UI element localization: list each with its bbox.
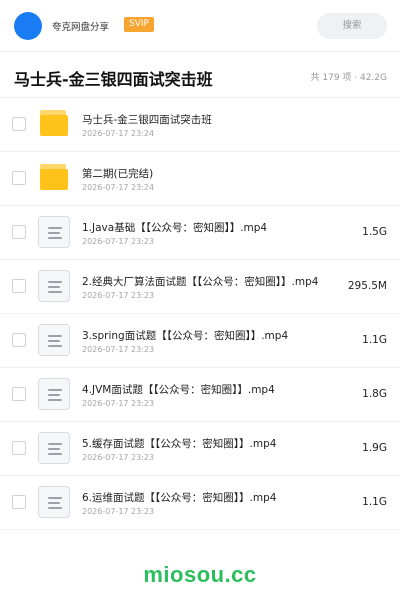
file-name[interactable]: 第二期(已完结) bbox=[82, 166, 153, 181]
svip-badge: SVIP bbox=[124, 17, 154, 32]
file-date: 2026-07-17 23:23 bbox=[82, 453, 155, 462]
file-row[interactable]: 马士兵-金三银四面试突击班 2026-07-17 23:24 bbox=[0, 98, 400, 152]
video-file-icon bbox=[38, 216, 70, 248]
file-name[interactable]: 1.Java基础【【公众号：密知圈】】.mp4 bbox=[82, 220, 267, 235]
video-file-icon bbox=[38, 378, 70, 410]
file-date: 2026-07-17 23:23 bbox=[82, 237, 155, 246]
file-size: 1.9G bbox=[362, 442, 387, 454]
row-checkbox[interactable] bbox=[12, 441, 26, 455]
file-name[interactable]: 3.spring面试题【【公众号：密知圈】】.mp4 bbox=[82, 328, 288, 343]
video-file-icon bbox=[38, 486, 70, 518]
avatar[interactable] bbox=[14, 12, 42, 40]
video-file-icon bbox=[38, 432, 70, 464]
row-checkbox[interactable] bbox=[12, 387, 26, 401]
watermark: miosou.cc bbox=[143, 562, 257, 587]
file-date: 2026-07-17 23:24 bbox=[82, 183, 155, 192]
share-owner-name: 夸克网盘分享 bbox=[52, 22, 110, 33]
file-row[interactable]: 4.JVM面试题【【公众号：密知圈】】.mp4 2026-07-17 23:23 1… bbox=[0, 368, 400, 422]
file-list: 马士兵-金三银四面试突击班 2026-07-17 23:24 第二期(已完结) 202… bbox=[0, 98, 400, 530]
file-row[interactable]: 2.经典大厂算法面试题【【公众号：密知圈】】.mp4 2026-07-17 23:… bbox=[0, 260, 400, 314]
share-title-row: 马士兵-金三银四面试突击班 共 179 项 · 42.2G bbox=[0, 52, 400, 98]
file-size: 1.5G bbox=[362, 226, 387, 238]
file-name[interactable]: 2.经典大厂算法面试题【【公众号：密知圈】】.mp4 bbox=[82, 274, 318, 289]
file-name[interactable]: 5.缓存面试题【【公众号：密知圈】】.mp4 bbox=[82, 436, 276, 451]
file-date: 2026-07-17 23:23 bbox=[82, 291, 155, 300]
file-date: 2026-07-17 23:23 bbox=[82, 399, 155, 408]
file-date: 2026-07-17 23:24 bbox=[82, 129, 155, 138]
row-checkbox[interactable] bbox=[12, 171, 26, 185]
row-checkbox[interactable] bbox=[12, 117, 26, 131]
folder-icon bbox=[38, 162, 70, 194]
video-file-icon bbox=[38, 324, 70, 356]
file-size: 1.1G bbox=[362, 334, 387, 346]
search-placeholder: 搜索 bbox=[342, 20, 362, 31]
file-name[interactable]: 4.JVM面试题【【公众号：密知圈】】.mp4 bbox=[82, 382, 275, 397]
search-input[interactable]: 搜索 bbox=[317, 13, 387, 39]
page-title: 马士兵-金三银四面试突击班 bbox=[14, 70, 213, 89]
file-date: 2026-07-17 23:23 bbox=[82, 345, 155, 354]
file-date: 2026-07-17 23:23 bbox=[82, 507, 155, 516]
share-summary: 共 179 项 · 42.2G bbox=[310, 73, 388, 83]
file-row[interactable]: 第二期(已完结) 2026-07-17 23:24 bbox=[0, 152, 400, 206]
file-row[interactable]: 6.运维面试题【【公众号：密知圈】】.mp4 2026-07-17 23:23 1.… bbox=[0, 476, 400, 530]
file-row[interactable]: 3.spring面试题【【公众号：密知圈】】.mp4 2026-07-17 23:… bbox=[0, 314, 400, 368]
file-size: 295.5M bbox=[347, 280, 387, 292]
row-checkbox[interactable] bbox=[12, 495, 26, 509]
folder-icon bbox=[38, 108, 70, 140]
row-checkbox[interactable] bbox=[12, 279, 26, 293]
file-name[interactable]: 马士兵-金三银四面试突击班 bbox=[82, 112, 212, 127]
row-checkbox[interactable] bbox=[12, 333, 26, 347]
share-header: 夸克网盘分享 SVIP 搜索 bbox=[0, 0, 400, 52]
row-checkbox[interactable] bbox=[12, 225, 26, 239]
video-file-icon bbox=[38, 270, 70, 302]
file-row[interactable]: 1.Java基础【【公众号：密知圈】】.mp4 2026-07-17 23:23 1… bbox=[0, 206, 400, 260]
file-size: 1.8G bbox=[362, 388, 387, 400]
file-name[interactable]: 6.运维面试题【【公众号：密知圈】】.mp4 bbox=[82, 490, 276, 505]
file-row[interactable]: 5.缓存面试题【【公众号：密知圈】】.mp4 2026-07-17 23:23 1.… bbox=[0, 422, 400, 476]
file-size: 1.1G bbox=[362, 496, 387, 508]
